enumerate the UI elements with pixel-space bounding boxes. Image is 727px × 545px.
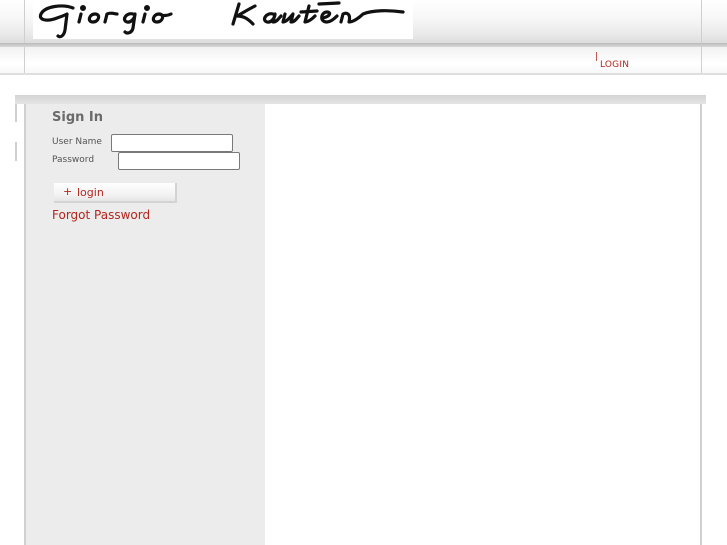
nav-frame-left xyxy=(24,47,25,74)
sidebar-panel xyxy=(24,104,265,545)
nav-divider: | xyxy=(595,52,599,62)
logo-signature-graphic xyxy=(38,1,405,39)
header-frame-left xyxy=(24,0,25,46)
signin-title: Sign In xyxy=(52,110,103,125)
nav-frame-right xyxy=(701,47,702,74)
content-top-bar xyxy=(15,95,706,104)
nav-bottom-line xyxy=(0,73,727,75)
site-logo[interactable] xyxy=(33,0,413,39)
username-input[interactable] xyxy=(111,134,233,152)
password-label: Password xyxy=(52,155,95,165)
frame-edge-lower xyxy=(15,142,17,161)
frame-edge-upper xyxy=(15,104,17,122)
login-button-label: login xyxy=(77,186,104,199)
forgot-password-link[interactable]: Forgot Password xyxy=(52,208,150,222)
main-content-area xyxy=(265,104,702,545)
username-label: User Name xyxy=(52,137,102,147)
header-frame-right xyxy=(701,0,702,46)
password-input[interactable] xyxy=(118,152,240,170)
login-link[interactable]: LOGIN xyxy=(600,60,629,70)
login-button[interactable]: + login xyxy=(54,183,177,203)
plus-icon: + xyxy=(63,185,73,198)
